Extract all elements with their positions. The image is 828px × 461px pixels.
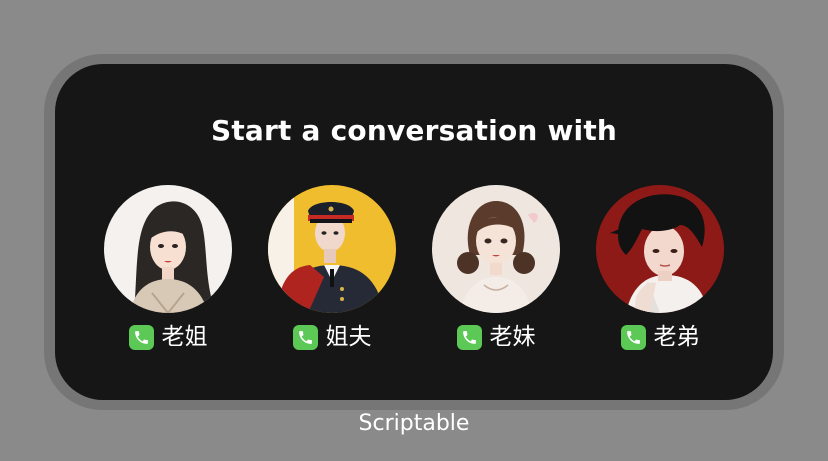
contact-name-row: 姐夫 [267, 323, 397, 351]
contact-name: 老姐 [161, 324, 208, 350]
avatar-illustration [104, 185, 232, 313]
contact-item[interactable]: 老妹 [431, 185, 561, 365]
phone-icon [456, 324, 482, 350]
contact-item[interactable]: 老姐 [103, 185, 233, 365]
avatar[interactable] [596, 185, 724, 313]
scriptable-widget[interactable]: Start a conversation with 老姐 姐夫 老妹 老弟 [55, 64, 773, 400]
phone-icon [620, 324, 646, 350]
contact-name: 老妹 [489, 324, 536, 350]
avatar-illustration [268, 185, 396, 313]
phone-icon [128, 324, 154, 350]
avatar-illustration [432, 185, 560, 313]
contact-item[interactable]: 姐夫 [267, 185, 397, 365]
contact-name-row: 老弟 [595, 323, 725, 351]
widget-app-caption: Scriptable [358, 411, 470, 436]
avatar[interactable] [104, 185, 232, 313]
phone-icon [292, 324, 318, 350]
avatar[interactable] [432, 185, 560, 313]
avatar[interactable] [268, 185, 396, 313]
contact-name-row: 老妹 [431, 323, 561, 351]
contact-name-row: 老姐 [103, 323, 233, 351]
avatar-illustration [596, 185, 724, 313]
contact-name: 姐夫 [325, 324, 372, 350]
contact-item[interactable]: 老弟 [595, 185, 725, 365]
home-screen: Start a conversation with 老姐 姐夫 老妹 老弟 Sc… [0, 0, 828, 461]
widget-title: Start a conversation with [210, 114, 618, 147]
contact-name: 老弟 [653, 324, 700, 350]
